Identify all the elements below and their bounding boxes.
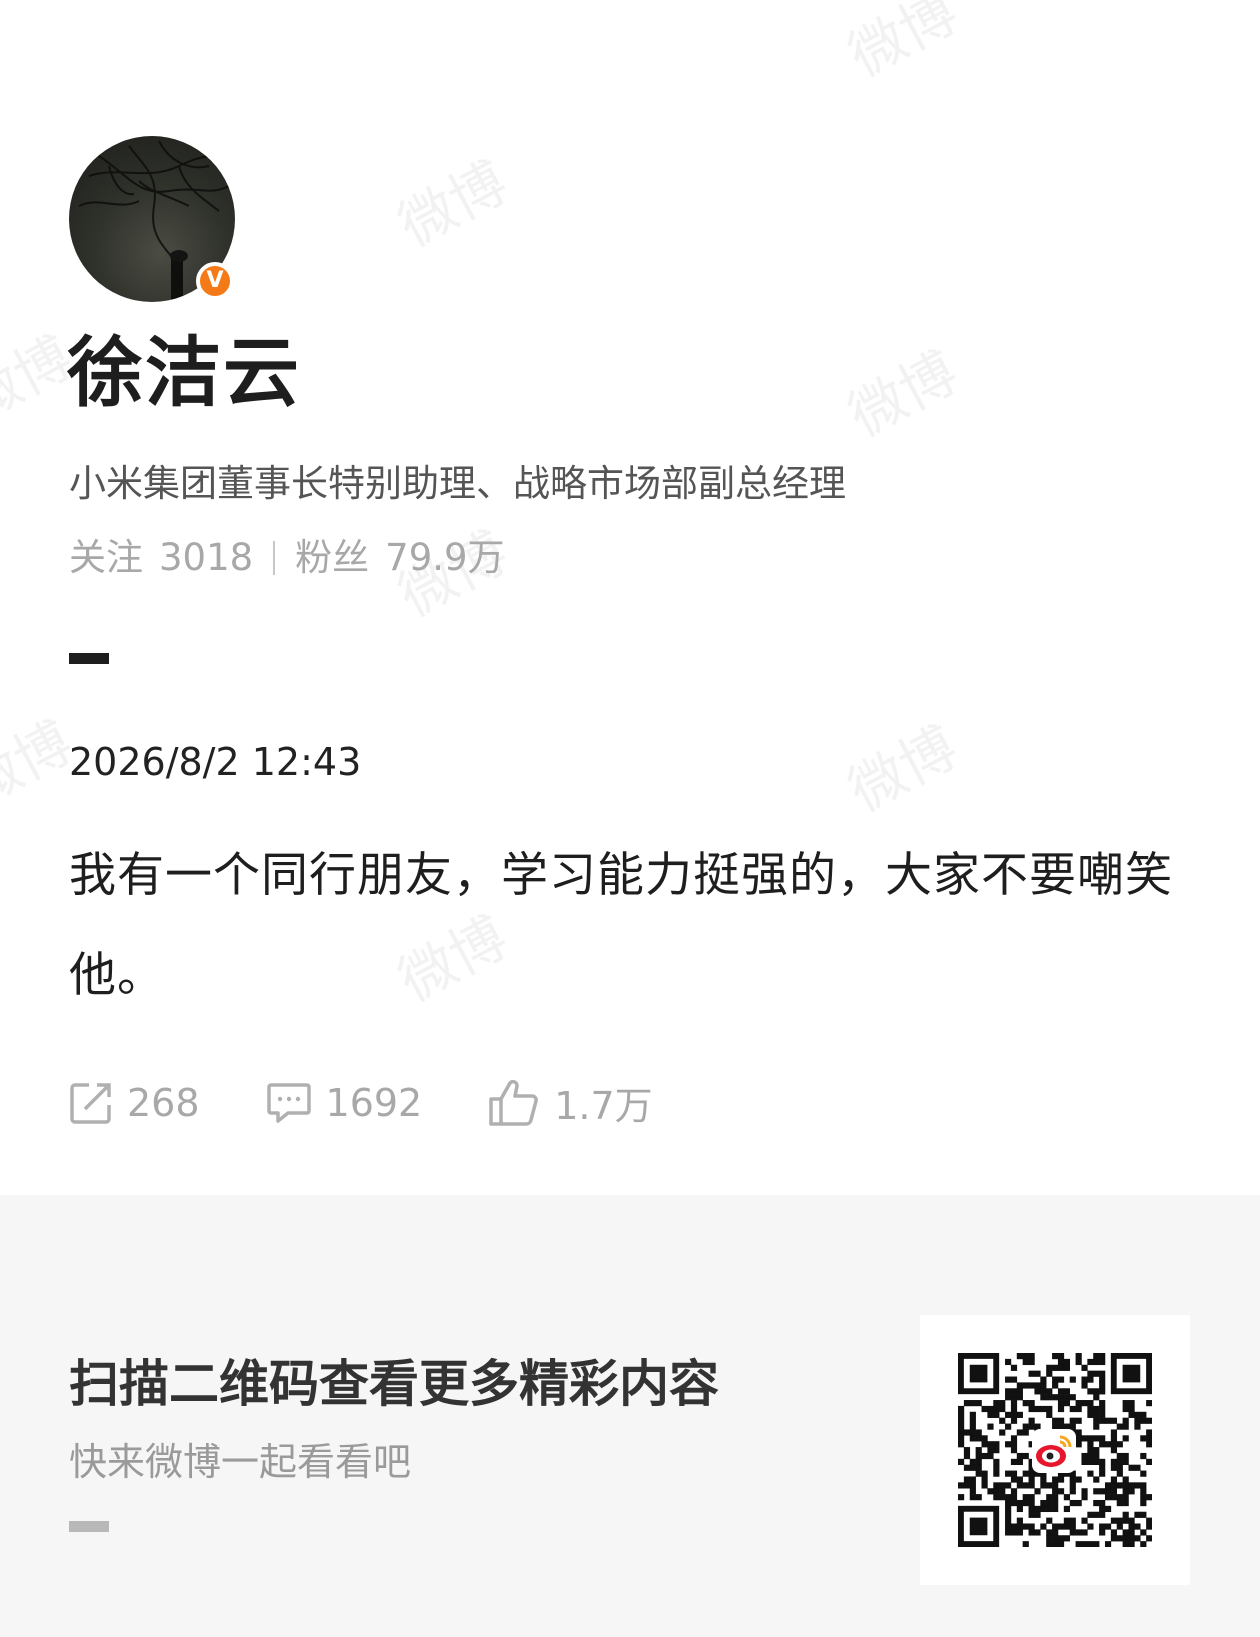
post-text: 我有一个同行朋友，学习能力挺强的，大家不要嘲笑他。 [69,848,1173,1003]
section-divider [69,653,109,664]
footer-subtitle: 快来微博一起看看吧 [69,1440,412,1484]
like-button[interactable]: 1.7万 [488,1075,653,1130]
comment-button[interactable]: 1692 [266,1080,423,1125]
profile-name[interactable]: 徐洁云 [67,328,301,418]
watermark: 微博 [838,339,969,450]
like-icon [489,1079,539,1126]
like-count: 1.7万 [554,1084,653,1128]
followers-label[interactable]: 粉丝 [295,534,369,582]
footer-title: 扫描二维码查看更多精彩内容 [69,1355,719,1413]
stats-separator [273,541,276,575]
watermark: 微博 [838,0,969,90]
watermark: 微博 [838,714,969,825]
repost-icon [70,1082,111,1124]
watermark: 微博 [388,149,519,260]
profile-bio: 小米集团董事长特别助理、战略市场部副总经理 [69,462,846,505]
comment-count: 1692 [325,1080,423,1125]
post-actions: 268 1692 1.7万 [69,1075,719,1130]
verified-badge: V [196,262,234,300]
profile-stats: 关注 3018 粉丝 79.9万 [69,534,505,582]
comment-icon [266,1082,311,1123]
repost-button[interactable]: 268 [69,1081,200,1125]
following-label[interactable]: 关注 [69,534,143,582]
following-count[interactable]: 3018 [159,534,253,582]
post-timestamp: 2026/8/2 12:43 [69,740,362,784]
footer-divider [69,1521,109,1532]
followers-count[interactable]: 79.9万 [385,534,504,582]
repost-count: 268 [127,1080,200,1125]
weibo-logo-icon [1032,1429,1076,1473]
